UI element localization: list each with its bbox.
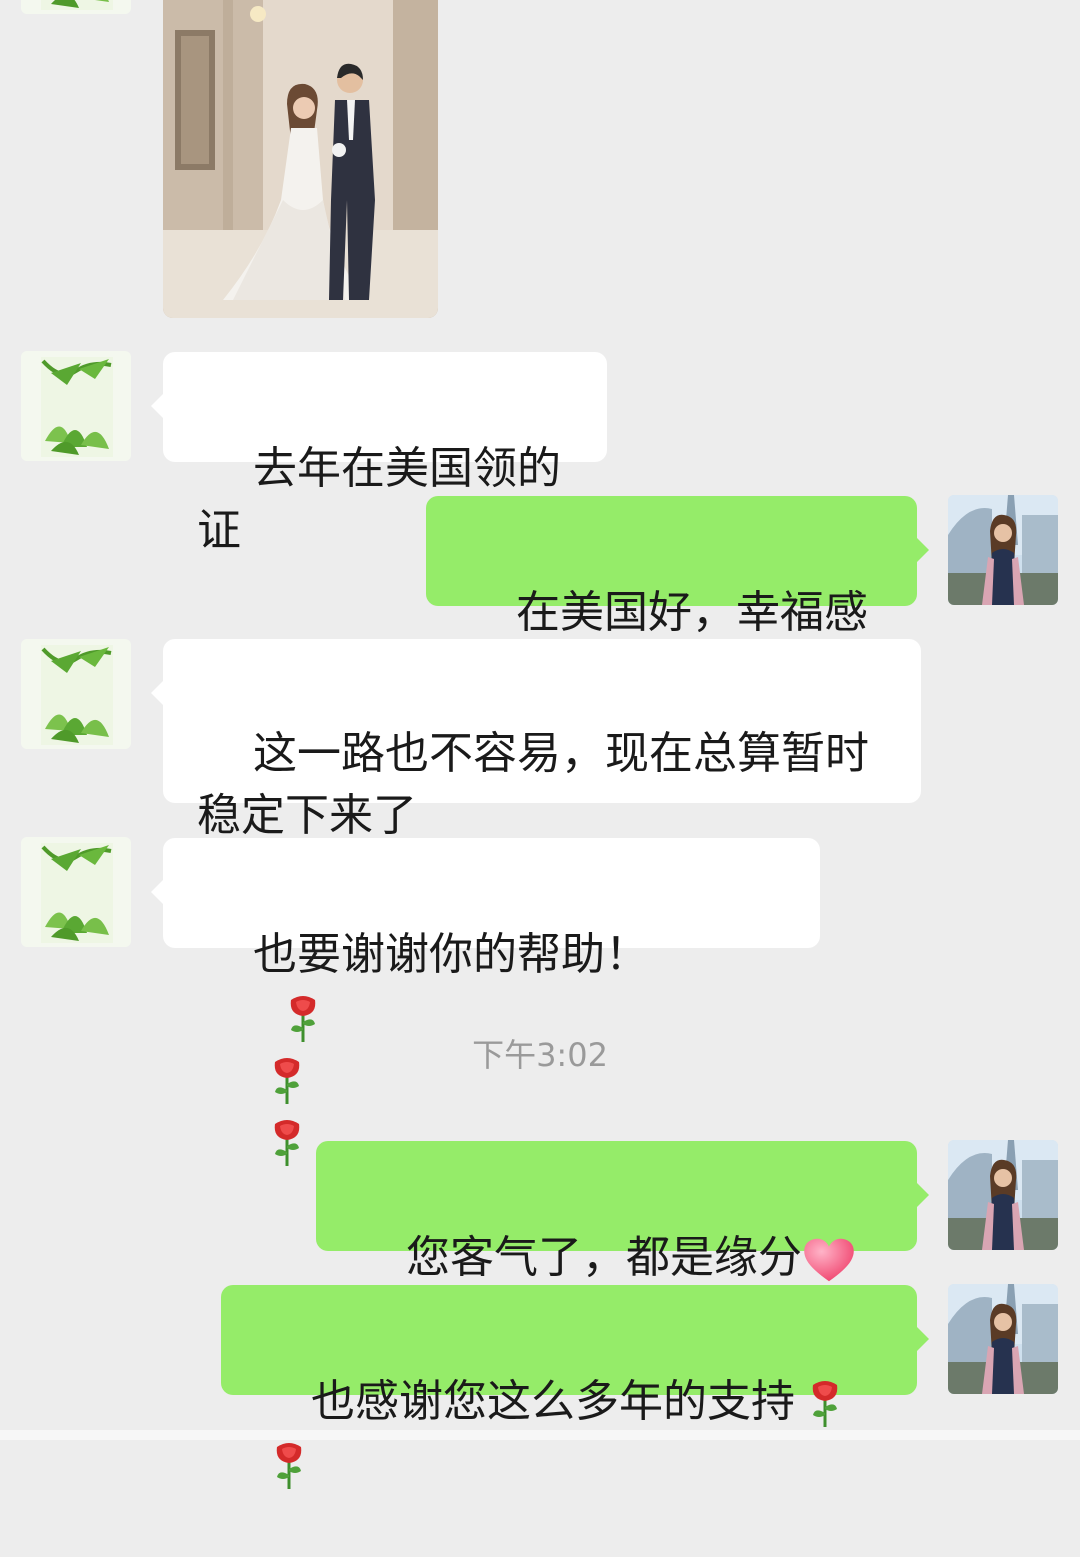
green-tea-leaves-icon <box>21 351 131 461</box>
self-avatar[interactable] <box>948 495 1058 605</box>
green-tea-leaves-icon <box>21 0 131 14</box>
message-text: 这一路也不容易，现在总算暂时稳定下来了 <box>197 728 869 841</box>
message-bubble-incoming[interactable]: 这一路也不容易，现在总算暂时稳定下来了 <box>151 639 921 841</box>
message-bubble-outgoing[interactable]: 您客气了，都是缘分 <box>316 1141 929 1251</box>
message-bubble-outgoing[interactable]: 也感谢您这么多年的支持 <box>221 1285 929 1395</box>
message-bubble-incoming[interactable]: 去年在美国领的证 <box>151 352 607 556</box>
wedding-photo-icon <box>163 0 438 318</box>
contact-avatar[interactable] <box>21 639 131 749</box>
woman-city-icon <box>948 1284 1058 1394</box>
rose-emoji-icon <box>269 1441 309 1491</box>
message-bubble-outgoing[interactable]: 在美国好，幸福感强 <box>426 496 929 700</box>
message-timestamp: 下午3:02 <box>472 1036 608 1074</box>
image-message-wedding-photo[interactable] <box>163 0 438 318</box>
input-bar-edge <box>0 1430 1080 1440</box>
woman-city-icon <box>948 1140 1058 1250</box>
rose-emoji-icon <box>267 1118 307 1168</box>
self-avatar[interactable] <box>948 1284 1058 1394</box>
contact-avatar[interactable] <box>21 837 131 947</box>
message-text: 也要谢谢你的帮助！ <box>252 929 649 980</box>
message-text: 也感谢您这么多年的支持 <box>310 1376 795 1427</box>
green-tea-leaves-icon <box>21 837 131 947</box>
green-tea-leaves-icon <box>21 639 131 749</box>
message-text: 您客气了，都是缘分 <box>405 1232 802 1283</box>
contact-avatar[interactable] <box>21 351 131 461</box>
rose-emoji-icon <box>805 1379 845 1429</box>
contact-avatar[interactable] <box>21 0 131 14</box>
chat-view: 去年在美国领的证 在美国好，幸福感强 这一路也不容易，现在总算暂时稳定下来了 也… <box>0 0 1080 1440</box>
message-bubble-incoming[interactable]: 也要谢谢你的帮助！ <box>151 838 820 948</box>
heart-emoji-icon <box>802 1237 856 1283</box>
woman-city-icon <box>948 495 1058 605</box>
self-avatar[interactable] <box>948 1140 1058 1250</box>
